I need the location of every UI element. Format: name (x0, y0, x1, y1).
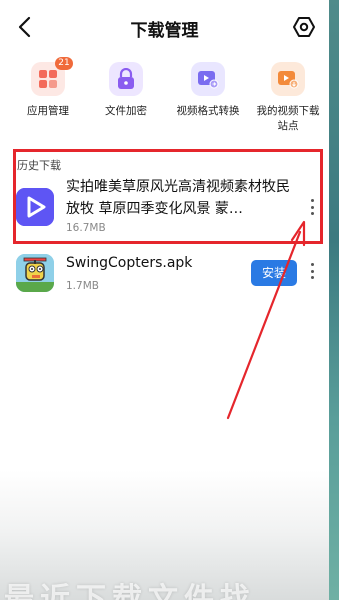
item-size: 1.7MB (66, 280, 99, 292)
highlight-box (13, 149, 323, 244)
tool-my-video-download-sites[interactable]: 我的视频下载站点 (248, 58, 328, 134)
video-convert-icon (191, 62, 225, 96)
notification-badge: 21 (55, 57, 73, 70)
app-header: 下载管理 (0, 0, 329, 56)
lock-icon (109, 62, 143, 96)
tool-label: 我的视频下载站点 (256, 105, 320, 132)
tool-label: 应用管理 (27, 105, 69, 117)
swing-copters-app-icon (16, 254, 54, 292)
video-site-icon (271, 62, 305, 96)
tool-video-format-conversion[interactable]: 视频格式转换 (168, 58, 248, 119)
tool-label: 文件加密 (105, 105, 147, 117)
video-caption-overlay: 最近下载文件找 (4, 582, 256, 600)
download-manager-screen: 下载管理 21 应用管理 文件加密 视频格式转换 我的视频下载站点 历史下载 实… (0, 0, 339, 600)
tool-shortcuts: 21 应用管理 文件加密 视频格式转换 我的视频下载站点 (0, 57, 329, 150)
apps-grid-icon: 21 (31, 57, 73, 96)
tool-app-management[interactable]: 21 应用管理 (8, 57, 88, 119)
more-options-button[interactable] (305, 259, 319, 283)
page-title: 下载管理 (130, 21, 199, 41)
hexagon-settings-icon (293, 17, 315, 37)
settings-button[interactable] (291, 14, 317, 40)
background-edge (329, 0, 339, 600)
tool-file-encryption[interactable]: 文件加密 (86, 58, 166, 119)
tool-label: 视频格式转换 (176, 105, 240, 117)
install-button[interactable]: 安装 (251, 260, 297, 286)
